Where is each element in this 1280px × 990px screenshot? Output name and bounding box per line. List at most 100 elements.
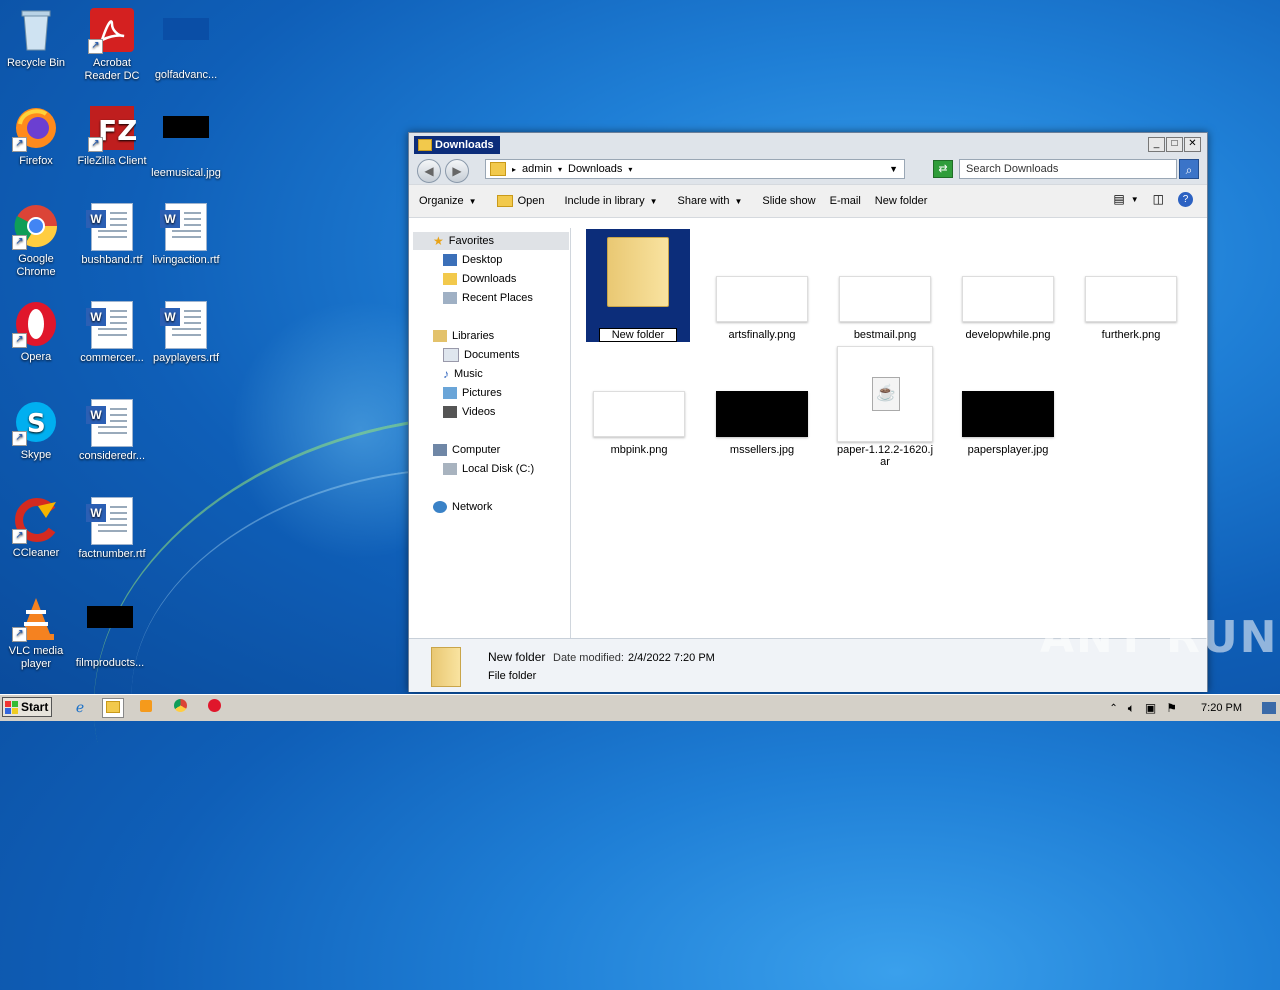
network-tray-icon[interactable]: ▣ xyxy=(1145,701,1156,715)
explorer-window[interactable]: Downloads _ □ ✕ ◀ ▶ ▸ admin ▾ Downloads … xyxy=(408,132,1208,692)
desktop-icon-chrome[interactable]: ↗ Google Chrome xyxy=(0,202,72,279)
clock[interactable]: 7:20 PM xyxy=(1201,702,1242,714)
title-bar[interactable]: Downloads _ □ ✕ xyxy=(409,133,1207,156)
desktop-icon-filezilla[interactable]: FZ ↗ FileZilla Client xyxy=(76,104,148,168)
share-with-button[interactable]: Share with ▼ xyxy=(678,195,743,207)
preview-pane-icon[interactable]: ◫ xyxy=(1153,192,1164,208)
filezilla-icon: FZ ↗ xyxy=(88,104,137,152)
volume-icon[interactable]: 🔈︎ xyxy=(1128,701,1135,716)
slide-show-button[interactable]: Slide show xyxy=(762,195,815,207)
nav-libraries[interactable]: Libraries xyxy=(433,327,494,345)
desktop-icon-opera[interactable]: ↗ Opera xyxy=(0,300,72,364)
desktop-icon-bushband[interactable]: W bushband.rtf xyxy=(76,202,148,267)
nav-videos[interactable]: Videos xyxy=(443,403,495,421)
desktop-icon-payplayers[interactable]: W payplayers.rtf xyxy=(150,300,222,365)
search-icon[interactable]: ⌕ xyxy=(1179,159,1199,179)
internet-explorer-icon[interactable]: ℯ xyxy=(70,698,90,716)
breadcrumb-admin[interactable]: admin xyxy=(522,163,552,175)
desktop-icon-vlc[interactable]: ↗ VLC media player xyxy=(0,594,72,671)
breadcrumb-downloads[interactable]: Downloads xyxy=(568,163,622,175)
include-in-library-button[interactable]: Include in library ▼ xyxy=(564,195,657,207)
shortcut-arrow-icon: ↗ xyxy=(12,529,27,544)
tray-expand-icon[interactable]: ⌃ xyxy=(1109,703,1117,714)
email-button[interactable]: E-mail xyxy=(830,195,861,207)
address-bar[interactable]: ▸ admin ▾ Downloads ▾ ▼ xyxy=(485,159,905,179)
desktop-icon-factnumber[interactable]: W factnumber.rtf xyxy=(76,496,148,561)
nav-recent-places[interactable]: Recent Places xyxy=(443,289,533,307)
music-icon: ♪ xyxy=(443,367,449,381)
nav-desktop[interactable]: Desktop xyxy=(443,251,502,269)
desktop-icon-acrobat[interactable]: ↗ Acrobat Reader DC xyxy=(76,6,148,83)
new-folder-button[interactable]: New folder xyxy=(875,195,928,207)
firefox-icon: ↗ xyxy=(12,104,60,152)
file-item-mssellers[interactable]: mssellers.jpg xyxy=(710,391,814,456)
details-modified-label: Date modified: xyxy=(553,652,624,664)
open-button[interactable]: Open xyxy=(496,195,544,207)
nav-local-disk[interactable]: Local Disk (C:) xyxy=(443,460,534,478)
file-item-paper-jar[interactable]: ☕ paper-1.12.2-1620.jar xyxy=(833,346,937,468)
file-item-papersplayer[interactable]: papersplayer.jpg xyxy=(956,391,1060,456)
view-options-icon[interactable]: ▤ xyxy=(1113,192,1124,208)
word-document-icon: W xyxy=(86,301,136,349)
address-dropdown-icon[interactable]: ▼ xyxy=(889,164,898,174)
desktop-icon-recycle-bin[interactable]: Recycle Bin xyxy=(0,6,72,70)
shortcut-arrow-icon: ↗ xyxy=(88,137,103,152)
maximize-button[interactable]: □ xyxy=(1166,137,1183,152)
organize-button[interactable]: Organize ▼ xyxy=(419,195,477,207)
chrome-taskbar-icon[interactable] xyxy=(170,698,190,716)
acrobat-icon: ↗ xyxy=(88,6,136,54)
help-icon[interactable]: ? xyxy=(1178,192,1193,207)
forward-button[interactable]: ▶ xyxy=(445,159,469,183)
image-thumbnail xyxy=(716,276,808,322)
desktop-icon-golfadvanc[interactable]: golfadvanc... xyxy=(150,6,222,82)
chevron-right-icon[interactable]: ▸ xyxy=(512,165,516,174)
minimize-button[interactable]: _ xyxy=(1148,137,1165,152)
downloads-folder-icon xyxy=(443,273,457,285)
nav-pictures[interactable]: Pictures xyxy=(443,384,502,402)
chevron-down-icon[interactable]: ▾ xyxy=(558,165,562,174)
file-item-new-folder[interactable]: New folder xyxy=(586,229,690,342)
close-button[interactable]: ✕ xyxy=(1184,137,1201,152)
show-desktop-button[interactable] xyxy=(1262,702,1276,714)
desktop-icon-consideredr[interactable]: W consideredr... xyxy=(76,398,148,463)
file-item-furtherk[interactable]: furtherk.png xyxy=(1079,276,1183,341)
file-item-mbpink[interactable]: mbpink.png xyxy=(587,391,691,456)
back-button[interactable]: ◀ xyxy=(417,159,441,183)
file-item-developwhile[interactable]: developwhile.png xyxy=(956,276,1060,341)
desktop-icon-commercer[interactable]: W commercer... xyxy=(76,300,148,365)
pictures-icon xyxy=(443,387,457,399)
nav-downloads[interactable]: Downloads xyxy=(443,270,516,288)
file-item-artsfinally[interactable]: artsfinally.png xyxy=(710,276,814,341)
taskbar: Start ℯ ⌃ 🔈︎ ▣ ⚑ 7:20 PM xyxy=(0,694,1280,721)
recycle-bin-icon xyxy=(12,6,60,54)
folder-icon xyxy=(607,237,669,307)
nav-favorites[interactable]: ★ Favorites xyxy=(433,232,494,250)
desktop-icon-skype[interactable]: S ↗ Skype xyxy=(0,398,72,462)
chevron-down-icon: ▼ xyxy=(468,196,477,206)
explorer-taskbar-icon[interactable] xyxy=(102,698,124,718)
opera-taskbar-icon[interactable] xyxy=(204,698,224,716)
rename-input[interactable]: New folder xyxy=(598,328,678,342)
folder-open-icon xyxy=(496,195,513,207)
image-file-icon xyxy=(162,18,210,66)
refresh-button[interactable]: ⇄ xyxy=(933,160,953,178)
desktop-icon-leemusical[interactable]: leemusical.jpg xyxy=(150,104,222,180)
media-player-icon[interactable] xyxy=(136,698,156,716)
chevron-down-icon[interactable]: ▾ xyxy=(628,165,632,174)
search-input[interactable]: Search Downloads xyxy=(959,159,1177,179)
shortcut-arrow-icon: ↗ xyxy=(12,137,27,152)
desktop-icon-ccleaner[interactable]: ↗ CCleaner xyxy=(0,496,72,560)
desktop-icon-livingaction[interactable]: W livingaction.rtf xyxy=(150,202,222,267)
nav-network[interactable]: Network xyxy=(433,498,492,516)
nav-documents[interactable]: Documents xyxy=(443,346,520,364)
chevron-down-icon[interactable]: ▼ xyxy=(1131,192,1139,208)
file-item-bestmail[interactable]: bestmail.png xyxy=(833,276,937,341)
image-thumbnail xyxy=(1085,276,1177,322)
desktop-icon-firefox[interactable]: ↗ Firefox xyxy=(0,104,72,168)
desktop-icon-filmproducts[interactable]: filmproducts... xyxy=(74,594,146,670)
folder-icon xyxy=(431,647,461,687)
flag-icon[interactable]: ⚑ xyxy=(1166,701,1177,715)
nav-computer[interactable]: Computer xyxy=(433,441,500,459)
start-button[interactable]: Start xyxy=(2,697,52,717)
nav-music[interactable]: ♪ Music xyxy=(443,365,483,383)
